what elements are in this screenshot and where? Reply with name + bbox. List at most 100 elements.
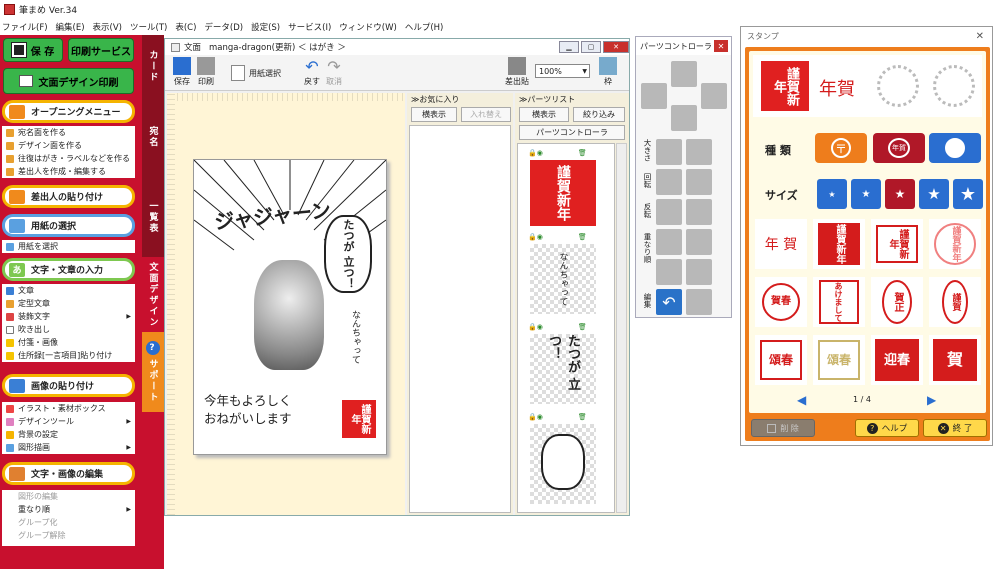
- maximize-icon[interactable]: ▢: [581, 41, 601, 53]
- stamp-preview-empty-1[interactable]: [877, 65, 919, 107]
- close-icon[interactable]: ✕: [714, 40, 728, 52]
- stamp-cell[interactable]: 賀正: [871, 277, 923, 327]
- kind-nenga-button[interactable]: 年賀: [873, 133, 925, 163]
- stamp-cell[interactable]: 頌春: [755, 335, 807, 385]
- menu-item-background[interactable]: 背景の設定: [2, 428, 135, 441]
- print-tool-button[interactable]: 印刷: [197, 57, 215, 87]
- menu-item-ungroup[interactable]: グループ解除: [2, 529, 135, 542]
- menu-item-order[interactable]: 重なり順 ▶: [2, 503, 135, 516]
- send-backward-icon[interactable]: [686, 259, 712, 285]
- menu-item-create-return-card[interactable]: 往復はがき・ラベルなどを作る: [2, 152, 135, 165]
- opening-menu-button[interactable]: オープニングメニュー: [2, 100, 135, 123]
- stamp-cell[interactable]: 謹賀新年: [871, 219, 923, 269]
- flip-vertical-icon[interactable]: [686, 199, 712, 225]
- stamp-preview-empty-2[interactable]: [933, 65, 975, 107]
- menu-data[interactable]: データ(D): [204, 21, 243, 33]
- favorites-horizontal-button[interactable]: 横表示: [411, 107, 457, 122]
- size-s-button[interactable]: ★: [851, 179, 881, 209]
- enlarge-icon[interactable]: [656, 139, 682, 165]
- menu-item-create-address[interactable]: 宛名面を作る: [2, 126, 135, 139]
- size-m-button[interactable]: ★: [885, 179, 915, 209]
- menu-item-edit-sender[interactable]: 差出人を作成・編集する: [2, 165, 135, 178]
- size-l-button[interactable]: ★: [919, 179, 949, 209]
- help-button[interactable]: ? ヘルプ: [855, 419, 919, 437]
- stamp-cell[interactable]: 賀: [929, 335, 981, 385]
- rotate-right-icon[interactable]: [686, 169, 712, 195]
- menu-help[interactable]: ヘルプ(H): [405, 21, 444, 33]
- stamp-preview-selected[interactable]: 謹賀新年: [761, 61, 809, 111]
- delete-button[interactable]: 削 除: [751, 419, 815, 437]
- stamp-cell[interactable]: 賀春: [755, 277, 807, 327]
- frame-tool-button[interactable]: 枠: [599, 57, 617, 87]
- kind-postal-button[interactable]: 〒: [815, 133, 867, 163]
- parts-list[interactable]: 🔒◉ 🗑 謹賀新年 🔒◉ 🗑 なんちゃって 🔒◉ 🗑 たつが 立つ！ 🔒◉ 🗑: [517, 143, 615, 513]
- print-service-button[interactable]: 印刷サービス: [68, 38, 134, 62]
- save-button[interactable]: 保 存: [3, 38, 63, 62]
- menu-item-illust-box[interactable]: イラスト・素材ボックス: [2, 402, 135, 415]
- menu-item-text[interactable]: 文章: [2, 284, 135, 297]
- menu-item-deco-text[interactable]: 装飾文字 ▶: [2, 310, 135, 323]
- menu-item-fixed-text[interactable]: 定型文章: [2, 297, 135, 310]
- parts-filter-button[interactable]: 絞り込み: [573, 107, 625, 122]
- menu-item-shape-edit[interactable]: 図形の編集: [2, 490, 135, 503]
- menu-settings[interactable]: 設定(S): [251, 21, 280, 33]
- parts-horizontal-button[interactable]: 横表示: [519, 107, 569, 122]
- menu-tools[interactable]: ツール(T): [130, 21, 167, 33]
- stamp-preview-nenga[interactable]: 年賀: [819, 75, 855, 101]
- tab-list[interactable]: 一覧表: [142, 177, 164, 257]
- edit-button[interactable]: 文字・画像の編集: [2, 462, 135, 485]
- close-stamp-button[interactable]: ✕ 終 了: [923, 419, 987, 437]
- close-icon[interactable]: ✕: [976, 31, 984, 42]
- size-xs-button[interactable]: ★: [817, 179, 847, 209]
- sender-paste-tool-button[interactable]: 差出貼: [505, 57, 529, 87]
- parts-controller-button[interactable]: パーツコントローラ: [519, 125, 625, 140]
- menu-item-balloon[interactable]: 吹き出し: [2, 323, 135, 336]
- menu-item-group[interactable]: グループ化: [2, 516, 135, 529]
- part-item-side-text[interactable]: なんちゃって: [530, 244, 596, 314]
- menu-view[interactable]: 表示(V): [93, 21, 122, 33]
- prev-page-icon[interactable]: ◀: [797, 393, 806, 407]
- menu-item-sticky[interactable]: 付箋・画像: [2, 336, 135, 349]
- stamp-cell[interactable]: 謹賀: [929, 277, 981, 327]
- stamp-cell[interactable]: 頌春: [813, 335, 865, 385]
- next-page-icon[interactable]: ▶: [927, 393, 936, 407]
- zoom-select[interactable]: 100% ▼: [535, 64, 590, 78]
- menu-item-create-design[interactable]: デザイン面を作る: [2, 139, 135, 152]
- trash-icon[interactable]: [686, 289, 712, 315]
- redo-button[interactable]: ↷ 取消: [325, 57, 343, 87]
- tab-address[interactable]: 宛名: [142, 97, 164, 177]
- postcard[interactable]: ジャジャーン たつが 立つ！ なんちゃって 今年もよろしく おねがいします 謹賀…: [193, 159, 387, 455]
- menu-item-address-paste[interactable]: 住所録[一言項目]貼り付け: [2, 349, 135, 362]
- tab-design[interactable]: 文面デザイン: [142, 257, 164, 332]
- menu-item-design-tool[interactable]: デザインツール ▶: [2, 415, 135, 428]
- size-xl-button[interactable]: ★: [953, 179, 983, 209]
- save-tool-button[interactable]: 保存: [173, 57, 191, 87]
- undo-edit-icon[interactable]: ↶: [656, 289, 682, 315]
- menu-window[interactable]: ウィンドウ(W): [339, 21, 397, 33]
- paper-select-tool-button[interactable]: 用紙選択: [231, 65, 281, 82]
- menu-table[interactable]: 表(C): [175, 21, 196, 33]
- move-up-icon[interactable]: [671, 61, 697, 87]
- tab-card[interactable]: カード: [142, 35, 164, 97]
- parts-scrollbar[interactable]: [616, 143, 627, 513]
- menu-file[interactable]: ファイル(F): [2, 21, 48, 33]
- paper-select-button[interactable]: 用紙の選択: [2, 214, 135, 237]
- shrink-icon[interactable]: [686, 139, 712, 165]
- bring-forward-icon[interactable]: [686, 229, 712, 255]
- favorites-list[interactable]: [409, 125, 511, 513]
- part-item-bubble-text[interactable]: たつが 立つ！: [530, 334, 596, 404]
- send-back-icon[interactable]: [656, 259, 682, 285]
- menu-edit[interactable]: 編集(E): [56, 21, 85, 33]
- favorites-swap-button[interactable]: 入れ替え: [461, 107, 511, 122]
- text-input-button[interactable]: あ文字・文章の入力: [2, 258, 135, 281]
- flip-horizontal-icon[interactable]: [656, 199, 682, 225]
- stamp-cell[interactable]: あけまして: [813, 277, 865, 327]
- part-item-stamp[interactable]: 謹賀新年: [530, 160, 596, 226]
- move-left-icon[interactable]: [641, 83, 667, 109]
- stamp-cell[interactable]: 謹賀新年: [929, 219, 981, 269]
- undo-button[interactable]: ↶ 戻す: [303, 57, 321, 87]
- stamp-cell[interactable]: 年 賀: [755, 219, 807, 269]
- menu-item-select-paper[interactable]: 用紙を選択: [2, 240, 135, 253]
- stamp-cell[interactable]: 迎春: [871, 335, 923, 385]
- rotate-left-icon[interactable]: [656, 169, 682, 195]
